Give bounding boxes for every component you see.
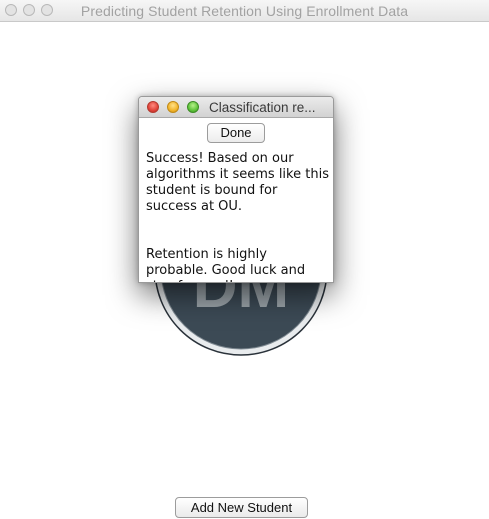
main-window: Predicting Student Retention Using Enrol… (0, 0, 489, 519)
dialog-title: Classification re... (209, 100, 316, 115)
dialog-titlebar: Classification re... (139, 97, 333, 118)
window-title: Predicting Student Retention Using Enrol… (80, 3, 409, 19)
done-button[interactable]: Done (207, 123, 265, 143)
window-titlebar: Predicting Student Retention Using Enrol… (0, 0, 489, 22)
dialog-zoom-icon[interactable] (187, 101, 199, 113)
add-new-student-button[interactable]: Add New Student (175, 497, 308, 518)
classification-dialog: Classification re... Done Success! Based… (138, 96, 334, 283)
dialog-minimize-icon[interactable] (167, 101, 179, 113)
dialog-close-icon[interactable] (147, 101, 159, 113)
retention-message: Retention is highly probable. Good luck … (146, 247, 306, 282)
success-message: Success! Based on our algorithms it seem… (146, 151, 329, 214)
